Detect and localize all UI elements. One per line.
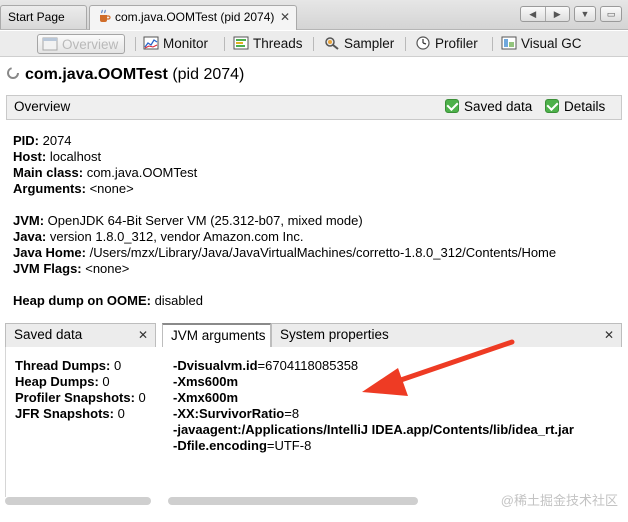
scroll-right-icon[interactable]: ▶ — [546, 7, 570, 21]
info-main-class: Main class: com.java.OOMTest — [13, 165, 198, 180]
profiler-clock-icon — [416, 36, 430, 50]
visual-gc-icon — [501, 36, 517, 50]
info-java-home: Java Home: /Users/mzx/Library/Java/JavaV… — [13, 245, 557, 260]
close-icon[interactable]: ✕ — [138, 324, 148, 346]
tab-overview[interactable]: Overview — [37, 34, 126, 54]
tab-label: Sampler — [344, 36, 395, 51]
jvm-arg: -Xmx600m — [173, 390, 239, 405]
saved-data-checkbox[interactable]: Saved data — [445, 99, 532, 114]
tab-label: Profiler — [435, 36, 478, 51]
saved-profiler-snapshots: Profiler Snapshots: 0 — [15, 390, 146, 405]
tab-scroll-buttons[interactable]: ◀ ▶ — [520, 6, 570, 22]
checked-icon — [445, 99, 459, 113]
info-heap-dump: Heap dump on OOME: disabled — [13, 293, 203, 308]
info-java: Java: version 1.8.0_312, vendor Amazon.c… — [13, 229, 304, 244]
right-horizontal-scrollbar[interactable] — [168, 497, 418, 505]
tab-label: Saved data — [14, 327, 83, 342]
close-icon[interactable]: ✕ — [280, 6, 290, 28]
jvm-arg: -Dfile.encoding=UTF-8 — [173, 438, 312, 453]
monitor-chart-icon — [143, 36, 159, 50]
sampler-icon — [325, 37, 339, 50]
saved-data-panel: Thread Dumps: 0 Heap Dumps: 0 Profiler S… — [5, 347, 156, 497]
document-tab-bar: Start Page com.java.OOMTest (pid 2074) ✕… — [0, 0, 628, 30]
tab-label: Threads — [253, 36, 303, 51]
tab-jvm-arguments[interactable]: JVM arguments — [162, 323, 271, 347]
checked-icon — [545, 99, 559, 113]
tab-label: Visual GC — [521, 36, 582, 51]
close-icon[interactable]: ✕ — [604, 324, 614, 346]
overview-icon — [42, 37, 58, 51]
jvm-arg: -XX:SurvivorRatio=8 — [173, 406, 300, 421]
jvm-arg: -Xms600m — [173, 374, 239, 389]
jvm-tab-bar: JVM arguments System properties ✕ — [162, 323, 622, 347]
tab-visual-gc[interactable]: Visual GC — [498, 34, 582, 54]
saved-heap-dumps: Heap Dumps: 0 — [15, 374, 110, 389]
separator — [492, 37, 493, 51]
overview-title: Overview — [14, 99, 71, 114]
tab-monitor[interactable]: Monitor — [140, 34, 208, 54]
tab-label: JVM arguments — [171, 328, 266, 343]
saved-jfr-snapshots: JFR Snapshots: 0 — [15, 406, 125, 421]
checkbox-label: Details — [564, 99, 606, 114]
watermark: @稀土掘金技术社区 — [500, 493, 618, 508]
tab-sampler[interactable]: Sampler — [321, 34, 394, 54]
separator — [135, 37, 136, 51]
threads-icon — [233, 36, 249, 50]
tab-start-page[interactable]: Start Page — [0, 5, 87, 29]
jvm-arguments-panel: -Dvisualvm.id=6704118085358 -Xms600m -Xm… — [162, 347, 622, 497]
page-title: com.java.OOMTest (pid 2074) — [6, 66, 244, 84]
tab-label: System properties — [280, 327, 389, 342]
tab-label: Start Page — [8, 10, 65, 24]
spinner-icon — [7, 67, 19, 79]
details-checkbox[interactable]: Details — [545, 99, 605, 114]
pid-label: (pid 2074) — [172, 66, 245, 83]
saved-thread-dumps: Thread Dumps: 0 — [15, 358, 122, 373]
jvm-arg: -javaagent:/Applications/IntelliJ IDEA.a… — [173, 422, 574, 437]
info-arguments: Arguments: <none> — [13, 181, 134, 196]
tab-profiler[interactable]: Profiler — [412, 34, 478, 54]
info-pid: PID: 2074 — [13, 133, 72, 148]
separator — [405, 37, 406, 51]
restore-button[interactable]: ▭ — [600, 6, 622, 22]
tab-label: com.java.OOMTest (pid 2074) — [115, 10, 275, 24]
tab-label: Overview — [62, 37, 119, 52]
info-jvm-flags: JVM Flags: <none> — [13, 261, 130, 276]
overview-header: Overview Saved data Details — [6, 95, 622, 120]
java-coffee-icon — [100, 9, 111, 22]
tab-system-properties[interactable]: System properties ✕ — [271, 323, 622, 347]
app-name: com.java.OOMTest — [25, 66, 168, 83]
scroll-left-icon[interactable]: ◀ — [521, 7, 546, 21]
view-toolbar: Overview Monitor Threads Sampler Profile… — [0, 31, 628, 57]
saved-data-tab-bar: Saved data ✕ — [5, 323, 156, 347]
jvm-arg: -Dvisualvm.id=6704118085358 — [173, 358, 359, 373]
separator — [313, 37, 314, 51]
tab-label: Monitor — [163, 36, 209, 51]
window-controls: ◀ ▶ ▼ ▭ — [520, 6, 622, 22]
tab-list-button[interactable]: ▼ — [574, 6, 596, 22]
separator — [224, 37, 225, 51]
checkbox-label: Saved data — [464, 99, 533, 114]
tab-oomtest[interactable]: com.java.OOMTest (pid 2074) ✕ — [89, 5, 297, 30]
tab-threads[interactable]: Threads — [230, 34, 303, 54]
tab-saved-data[interactable]: Saved data ✕ — [5, 323, 156, 347]
left-horizontal-scrollbar[interactable] — [5, 497, 151, 505]
info-jvm: JVM: OpenJDK 64-Bit Server VM (25.312-b0… — [13, 213, 363, 228]
info-host: Host: localhost — [13, 149, 102, 164]
